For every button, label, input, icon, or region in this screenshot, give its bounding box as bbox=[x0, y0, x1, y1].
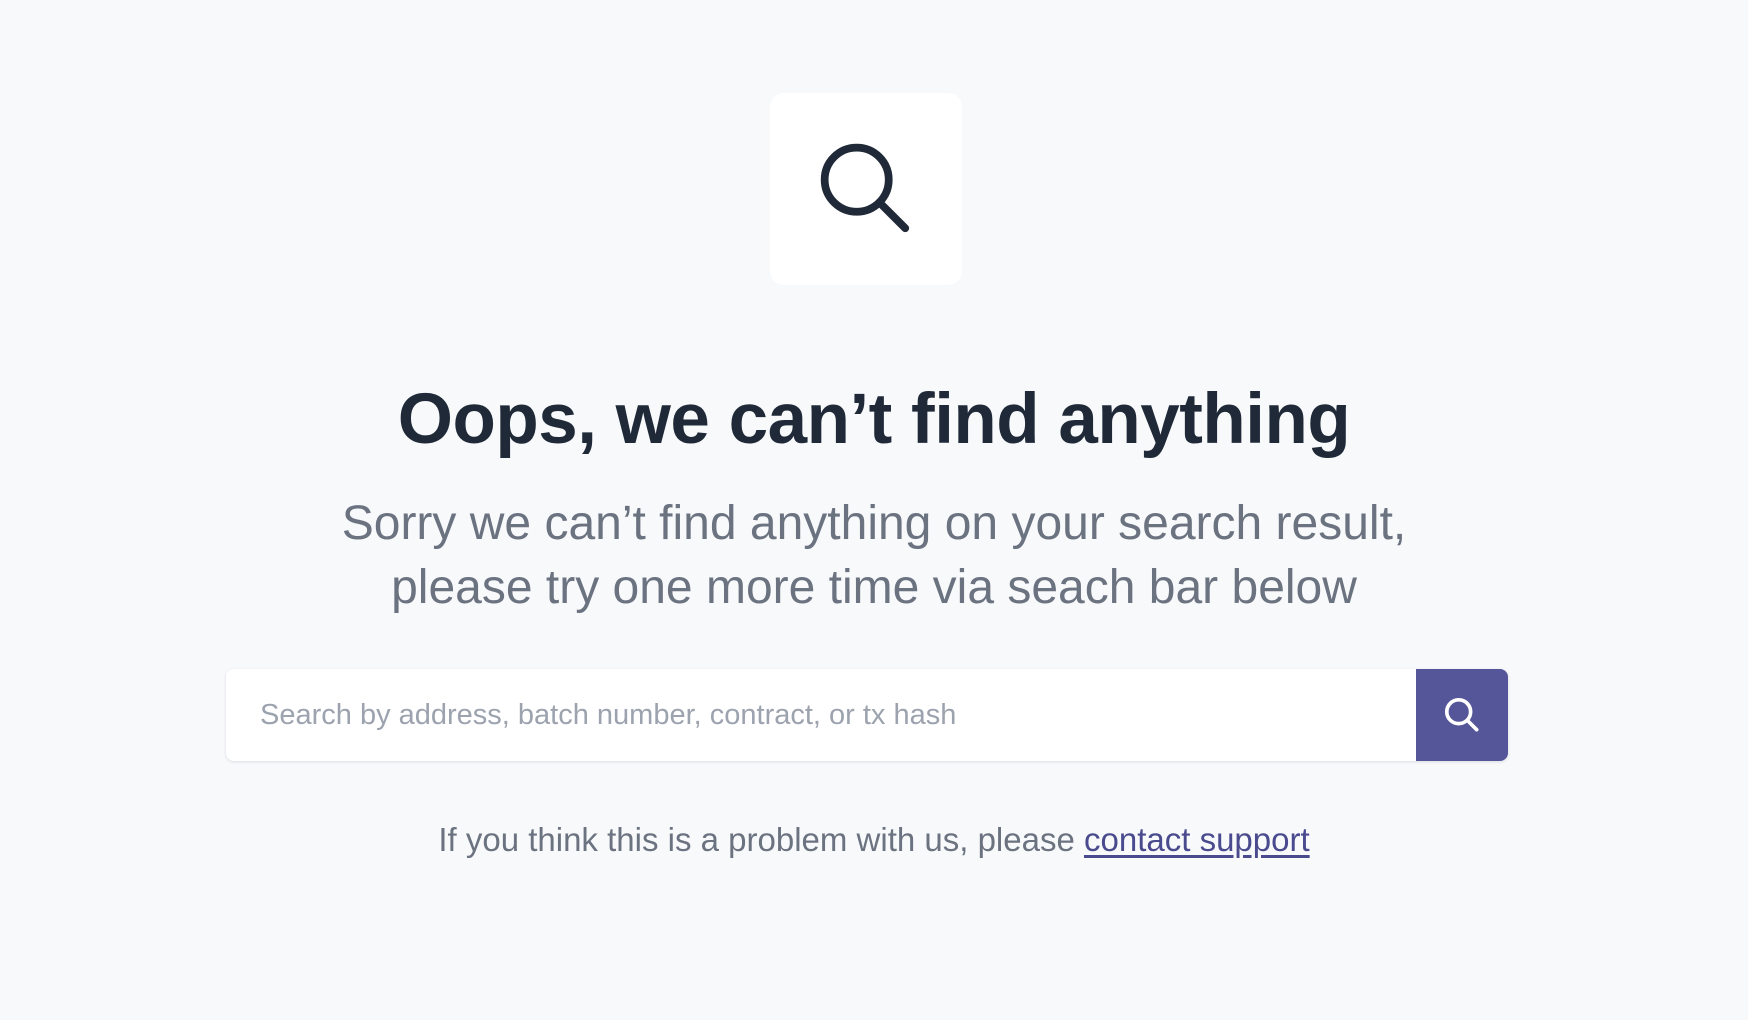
help-note: If you think this is a problem with us, … bbox=[0, 818, 1748, 862]
help-note-text: If you think this is a problem with us, … bbox=[438, 821, 1075, 858]
search-button[interactable] bbox=[1416, 669, 1508, 761]
hero-icon-card bbox=[770, 93, 962, 285]
search-icon bbox=[820, 143, 910, 233]
search-icon bbox=[1444, 697, 1479, 732]
not-found-page: Oops, we can’t find anything Sorry we ca… bbox=[0, 0, 1748, 1020]
page-title: Oops, we can’t find anything bbox=[397, 380, 1351, 459]
search-bar bbox=[226, 669, 1508, 761]
page-subtitle: Sorry we can’t find anything on your sea… bbox=[341, 497, 1407, 614]
contact-support-link[interactable]: contact support bbox=[1084, 821, 1310, 858]
search-input[interactable] bbox=[226, 669, 1416, 761]
